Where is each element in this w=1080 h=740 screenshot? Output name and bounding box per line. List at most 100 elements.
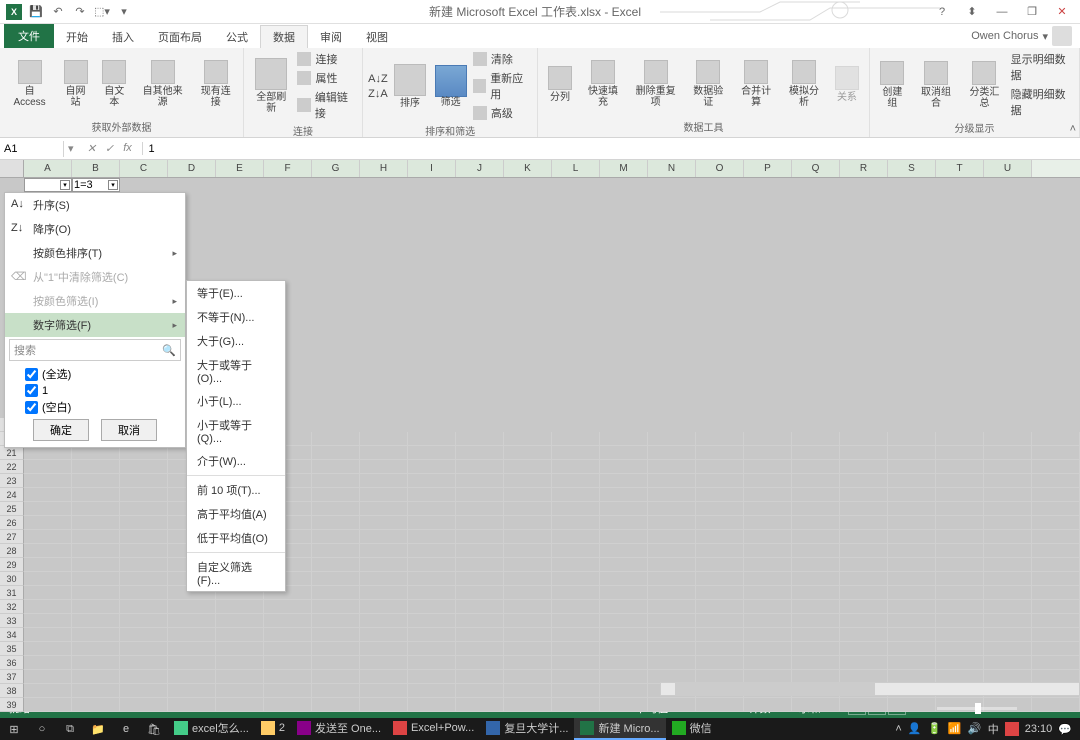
cell[interactable] bbox=[984, 614, 1032, 628]
cell[interactable] bbox=[840, 642, 888, 656]
below-avg-item[interactable]: 低于平均值(O) bbox=[187, 526, 285, 550]
cell[interactable] bbox=[360, 516, 408, 530]
cell[interactable] bbox=[504, 558, 552, 572]
cell[interactable] bbox=[984, 572, 1032, 586]
cell[interactable] bbox=[696, 586, 744, 600]
cell[interactable] bbox=[408, 446, 456, 460]
cell[interactable] bbox=[312, 474, 360, 488]
not-equals-item[interactable]: 不等于(N)... bbox=[187, 305, 285, 329]
cell[interactable] bbox=[456, 572, 504, 586]
cell[interactable] bbox=[24, 488, 72, 502]
cell[interactable] bbox=[552, 460, 600, 474]
cell[interactable] bbox=[600, 600, 648, 614]
cell[interactable] bbox=[168, 670, 216, 684]
cell[interactable] bbox=[312, 502, 360, 516]
row-header[interactable]: 21 bbox=[0, 446, 24, 460]
cell[interactable] bbox=[408, 670, 456, 684]
row-header[interactable]: 33 bbox=[0, 614, 24, 628]
cell[interactable] bbox=[648, 516, 696, 530]
between-item[interactable]: 介于(W)... bbox=[187, 449, 285, 473]
cell[interactable] bbox=[264, 670, 312, 684]
cell[interactable] bbox=[120, 502, 168, 516]
cell[interactable] bbox=[888, 460, 936, 474]
close-button[interactable]: ✕ bbox=[1052, 2, 1072, 22]
cell[interactable] bbox=[504, 656, 552, 670]
undo-icon[interactable]: ↶ bbox=[48, 2, 68, 22]
cell[interactable] bbox=[24, 572, 72, 586]
cell[interactable] bbox=[936, 516, 984, 530]
cell[interactable] bbox=[552, 530, 600, 544]
cell[interactable] bbox=[312, 530, 360, 544]
cell[interactable] bbox=[216, 670, 264, 684]
cell[interactable] bbox=[408, 572, 456, 586]
cell[interactable] bbox=[792, 460, 840, 474]
cell[interactable] bbox=[792, 488, 840, 502]
cell[interactable] bbox=[216, 628, 264, 642]
cell[interactable] bbox=[552, 544, 600, 558]
cell[interactable] bbox=[888, 446, 936, 460]
column-header-f[interactable]: F bbox=[264, 160, 312, 177]
cell[interactable] bbox=[456, 502, 504, 516]
cell[interactable] bbox=[72, 488, 120, 502]
restore-button[interactable]: ❐ bbox=[1022, 2, 1042, 22]
cell[interactable] bbox=[24, 558, 72, 572]
cell[interactable] bbox=[648, 502, 696, 516]
taskbar-app-explorer[interactable]: 2 bbox=[255, 718, 291, 740]
cell[interactable] bbox=[72, 446, 120, 460]
column-header-l[interactable]: L bbox=[552, 160, 600, 177]
cell[interactable] bbox=[24, 656, 72, 670]
cell[interactable] bbox=[840, 628, 888, 642]
cell[interactable] bbox=[888, 474, 936, 488]
cell[interactable] bbox=[120, 516, 168, 530]
cell[interactable] bbox=[456, 586, 504, 600]
sort-button[interactable]: 排序 bbox=[391, 62, 430, 111]
cell[interactable] bbox=[648, 558, 696, 572]
cell[interactable] bbox=[120, 642, 168, 656]
cell[interactable] bbox=[1032, 474, 1080, 488]
tray-notifications-icon[interactable]: 💬 bbox=[1058, 723, 1072, 736]
cell[interactable] bbox=[456, 684, 504, 698]
cell[interactable] bbox=[792, 502, 840, 516]
cell[interactable] bbox=[360, 600, 408, 614]
cell[interactable] bbox=[360, 684, 408, 698]
cell[interactable] bbox=[504, 474, 552, 488]
column-header-b[interactable]: B bbox=[72, 160, 120, 177]
cell[interactable] bbox=[456, 488, 504, 502]
connections-button[interactable]: 连接 bbox=[296, 50, 358, 68]
cell[interactable] bbox=[792, 572, 840, 586]
cell[interactable] bbox=[456, 432, 504, 446]
cell[interactable] bbox=[120, 544, 168, 558]
tray-network-icon[interactable]: 📶 bbox=[948, 722, 962, 736]
cell[interactable] bbox=[1032, 642, 1080, 656]
cell[interactable] bbox=[840, 488, 888, 502]
cell[interactable] bbox=[1032, 544, 1080, 558]
cell[interactable] bbox=[888, 586, 936, 600]
cell[interactable] bbox=[744, 656, 792, 670]
cell[interactable] bbox=[936, 446, 984, 460]
filter-cell-b[interactable]: 1=3▾ bbox=[72, 178, 120, 192]
cell[interactable] bbox=[984, 642, 1032, 656]
cell[interactable] bbox=[24, 446, 72, 460]
cell[interactable] bbox=[24, 586, 72, 600]
cell[interactable] bbox=[72, 502, 120, 516]
cell[interactable] bbox=[696, 460, 744, 474]
sort-za-button[interactable]: Z↓A bbox=[367, 87, 389, 101]
cell[interactable] bbox=[552, 684, 600, 698]
cell[interactable] bbox=[552, 432, 600, 446]
zoom-slider[interactable] bbox=[937, 707, 1017, 710]
number-filters-item[interactable]: 数字筛选(F)▸ bbox=[5, 313, 185, 337]
cell[interactable] bbox=[504, 642, 552, 656]
cell[interactable] bbox=[936, 642, 984, 656]
cell[interactable] bbox=[984, 488, 1032, 502]
flash-fill-button[interactable]: 快速填充 bbox=[580, 58, 626, 110]
greater-than-item[interactable]: 大于(G)... bbox=[187, 329, 285, 353]
existing-conn-button[interactable]: 现有连接 bbox=[193, 58, 239, 110]
cell[interactable] bbox=[696, 446, 744, 460]
column-header-c[interactable]: C bbox=[120, 160, 168, 177]
cell[interactable] bbox=[360, 530, 408, 544]
cell[interactable] bbox=[552, 656, 600, 670]
cell[interactable] bbox=[264, 698, 312, 712]
pinned-explorer-icon[interactable]: 📁 bbox=[84, 718, 112, 740]
cell[interactable] bbox=[72, 460, 120, 474]
cell[interactable] bbox=[1032, 488, 1080, 502]
